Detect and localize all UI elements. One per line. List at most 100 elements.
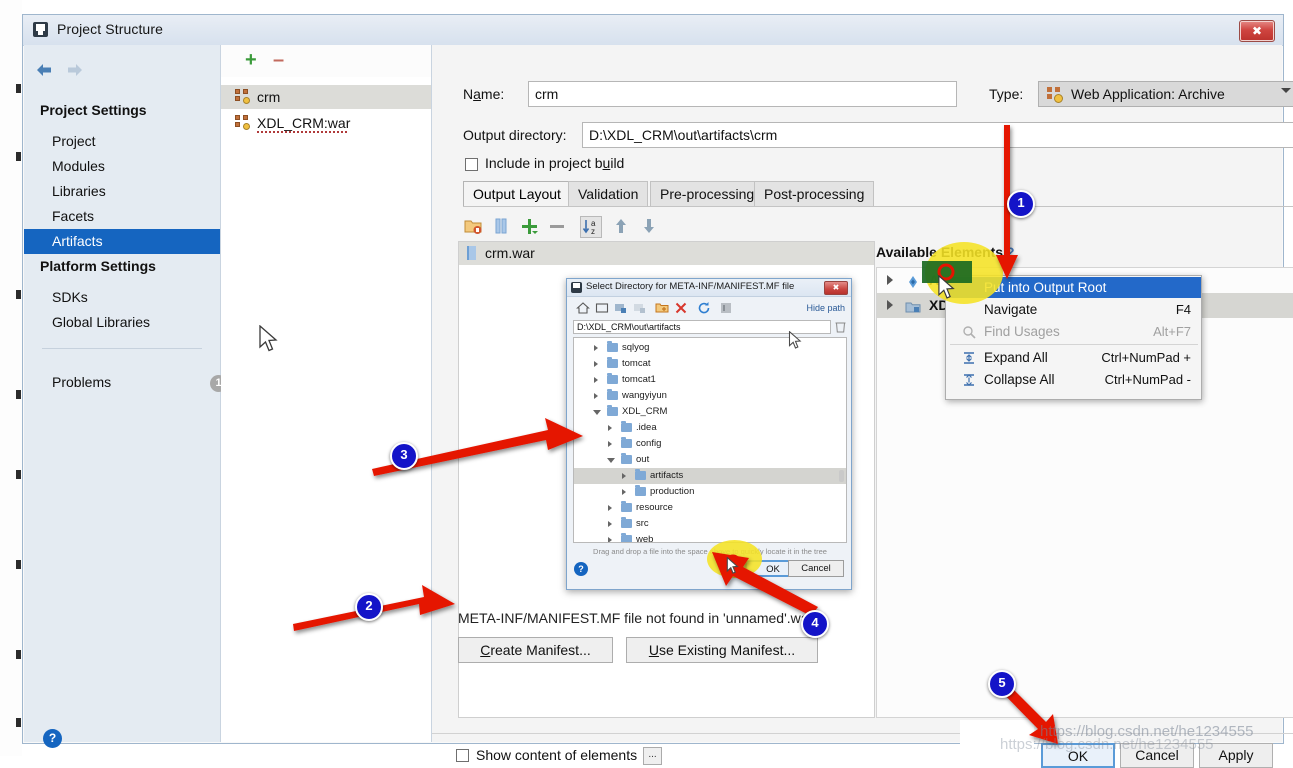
sidebar-item-global-libraries[interactable]: Global Libraries [24, 310, 220, 335]
create-manifest-button[interactable]: Create Manifest... [458, 637, 613, 663]
add-artifact-button[interactable]: + [245, 50, 257, 70]
new-folder-icon[interactable] [655, 301, 670, 316]
artifact-type-icon [1047, 87, 1063, 103]
sidebar-item-sdks[interactable]: SDKs [24, 285, 220, 310]
svg-text:z: z [591, 227, 595, 236]
delete-icon[interactable] [674, 301, 689, 316]
background-tick-4 [16, 390, 21, 399]
remove-icon[interactable] [547, 216, 569, 238]
type-select[interactable]: Web Application: Archive [1038, 81, 1293, 107]
remove-artifact-button[interactable]: – [273, 50, 284, 70]
tree-item-web[interactable]: web [574, 532, 846, 542]
tab-output-layout[interactable]: Output Layout [463, 181, 571, 206]
tree-item-label: .idea [636, 422, 657, 433]
artifacts-icon [905, 273, 921, 289]
hide-path-link[interactable]: Hide path [806, 303, 845, 313]
add-copy-icon[interactable] [519, 216, 541, 238]
expand-all-icon [962, 350, 977, 365]
tab-post-processing[interactable]: Post-processing [754, 181, 875, 206]
select-directory-titlebar: Select Directory for META-INF/MANIFEST.M… [567, 279, 851, 297]
trash-icon[interactable] [835, 320, 846, 334]
tree-item-out[interactable]: out [574, 452, 846, 468]
arrow-left-icon[interactable] [36, 63, 53, 77]
tree-item-config[interactable]: config [574, 436, 846, 452]
tree-item-src[interactable]: src [574, 516, 846, 532]
module-icon [633, 301, 648, 316]
context-menu-item-shortcut: Alt+F7 [1153, 324, 1191, 339]
move-down-icon[interactable] [639, 216, 661, 238]
select-directory-toolbar: Hide path [567, 297, 853, 319]
select-directory-cancel-button[interactable]: Cancel [788, 560, 844, 577]
directory-tree[interactable]: sqlyog tomcat tomcat1 wangyiyun XDL_CRM … [573, 337, 847, 543]
output-layout-row[interactable]: crm.war [459, 242, 874, 265]
artifact-item-crm[interactable]: crm [221, 85, 431, 109]
context-menu-item-navigate[interactable]: Navigate F4 [946, 299, 1201, 320]
artifact-icon [235, 115, 251, 131]
nav-history-arrows [36, 61, 106, 81]
project-structure-window: Project Structure ✖ Project Settings Pro… [22, 14, 1293, 768]
sidebar-divider [42, 348, 202, 349]
show-hidden-icon[interactable] [719, 301, 734, 316]
help-icon[interactable]: ? [43, 729, 62, 748]
path-input[interactable]: D:\XDL_CRM\out\artifacts [573, 320, 831, 334]
sidebar-item-modules[interactable]: Modules [24, 154, 220, 179]
dialog-help-icon[interactable]: ? [574, 562, 588, 576]
include-in-build-checkbox[interactable] [465, 158, 478, 171]
tab-pre-processing[interactable]: Pre-processing [650, 181, 765, 206]
chevron-down-icon [1281, 88, 1291, 93]
tree-item-label: src [636, 518, 649, 529]
window-title: Project Structure [57, 21, 163, 37]
tree-item-tomcat1[interactable]: tomcat1 [574, 372, 846, 388]
tab-validation[interactable]: Validation [568, 181, 649, 206]
name-input[interactable]: crm [528, 81, 957, 107]
sidebar-item-artifacts[interactable]: Artifacts [24, 229, 220, 254]
sort-az-icon[interactable]: a z [580, 216, 602, 238]
tree-item-wangyiyun[interactable]: wangyiyun [574, 388, 846, 404]
sidebar-item-libraries[interactable]: Libraries [24, 179, 220, 204]
artifact-warning-underline [257, 131, 349, 133]
output-layout-row-label: crm.war [485, 245, 535, 261]
use-existing-manifest-button[interactable]: Use Existing Manifest... [626, 637, 818, 663]
tree-item-label: production [650, 486, 695, 497]
nav-group-platform-settings: Platform Settings [40, 258, 156, 274]
arrow-right-icon[interactable] [66, 63, 83, 77]
move-up-icon[interactable] [611, 216, 633, 238]
project-icon[interactable] [614, 301, 629, 316]
tree-item-sqlyog[interactable]: sqlyog [574, 340, 846, 356]
home-icon[interactable] [576, 301, 591, 316]
add-directory-icon[interactable] [463, 216, 485, 238]
tree-item-label: tomcat1 [622, 374, 656, 385]
context-menu-item-put-into-output-root[interactable]: Put into Output Root [946, 277, 1201, 298]
tree-item-resource[interactable]: resource [574, 500, 846, 516]
tree-item-tomcat[interactable]: tomcat [574, 356, 846, 372]
context-menu: Put into Output Root Navigate F4 Find Us… [945, 275, 1202, 400]
chevron-right-icon[interactable] [887, 300, 893, 310]
archive-icon [467, 246, 476, 260]
artifacts-toolbar: + – [221, 45, 431, 77]
background-tick-3 [16, 290, 21, 299]
tabstrip-underline [463, 206, 1293, 207]
context-menu-item-shortcut: F4 [1175, 302, 1191, 317]
context-menu-item-expand-all[interactable]: Expand All Ctrl+NumPad + [946, 347, 1201, 368]
close-icon[interactable]: ✖ [824, 281, 848, 295]
tree-item-idea[interactable]: .idea [574, 420, 846, 436]
search-icon [962, 324, 977, 339]
background-tick-7 [16, 650, 21, 659]
refresh-icon[interactable] [697, 301, 712, 316]
available-elements-title: Available Elements [876, 244, 1004, 260]
context-menu-item-collapse-all[interactable]: Collapse All Ctrl+NumPad - [946, 369, 1201, 390]
tree-item-artifacts[interactable]: artifacts [574, 468, 846, 484]
chevron-right-icon[interactable] [887, 275, 893, 285]
available-elements-help-icon[interactable]: ? [1006, 244, 1015, 260]
sidebar-item-project[interactable]: Project [24, 129, 220, 154]
show-content-browse-button[interactable]: ... [643, 747, 662, 765]
sidebar-item-problems[interactable]: Problems [52, 374, 111, 390]
tree-item-label: resource [636, 502, 673, 513]
desktop-icon[interactable] [595, 301, 610, 316]
tree-item-xdl-crm[interactable]: XDL_CRM [574, 404, 846, 420]
tree-item-production[interactable]: production [574, 484, 846, 500]
close-icon[interactable]: ✖ [1239, 20, 1275, 42]
output-directory-input[interactable]: D:\XDL_CRM\out\artifacts\crm [582, 122, 1293, 148]
add-archive-icon[interactable] [491, 216, 513, 238]
sidebar-item-facets[interactable]: Facets [24, 204, 220, 229]
